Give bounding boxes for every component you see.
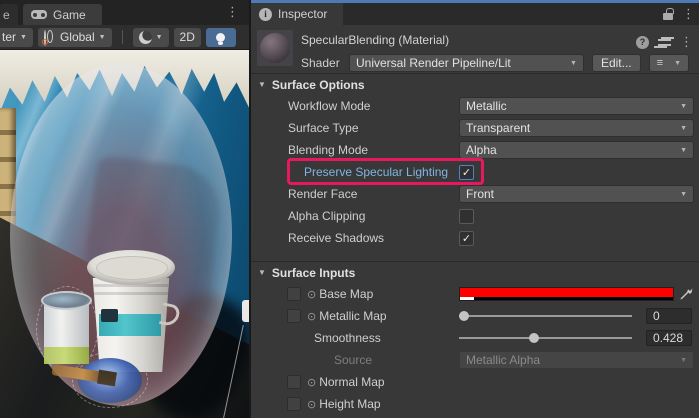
- base-map-color-swatch: [460, 288, 673, 297]
- gamepad-icon: [31, 10, 47, 19]
- row-height-map: ⊙ Height Map: [251, 393, 699, 415]
- list-icon: ≡: [657, 57, 663, 69]
- base-map-texture-slot[interactable]: [287, 287, 301, 301]
- presets-icon[interactable]: [658, 37, 671, 48]
- blending-mode-dropdown[interactable]: Alpha ▼: [459, 141, 694, 159]
- row-preserve-specular-lighting: Preserve Specular Lighting ✓: [251, 161, 699, 183]
- object-picker-icon[interactable]: ⊙: [307, 376, 316, 389]
- smoothness-slider[interactable]: [459, 331, 632, 345]
- lock-icon[interactable]: [663, 13, 673, 20]
- row-workflow-mode: Workflow Mode Metallic ▼: [251, 95, 699, 117]
- shading-sphere-icon: [139, 31, 152, 44]
- material-preview-thumbnail[interactable]: [257, 30, 293, 66]
- row-receive-shadows: Receive Shadows ✓: [251, 227, 699, 249]
- receive-shadows-checkbox[interactable]: ✓: [459, 231, 474, 246]
- chevron-down-icon: ▼: [99, 34, 106, 41]
- chevron-down-icon: ▼: [680, 147, 687, 154]
- tab-inspector-label: Inspector: [278, 7, 327, 21]
- object-picker-icon[interactable]: ⊙: [307, 288, 316, 301]
- tab-inspector[interactable]: i Inspector: [251, 3, 343, 25]
- smoothness-value-field[interactable]: 0.428: [646, 330, 692, 346]
- shader-dropdown[interactable]: Universal Render Pipeline/Lit ▼: [349, 54, 584, 72]
- material-menu-icon[interactable]: ⋮: [680, 34, 693, 50]
- row-blending-mode: Blending Mode Alpha ▼: [251, 139, 699, 161]
- row-metallic-map: ⊙ Metallic Map 0: [251, 305, 699, 327]
- tab-scene-partial-label: e: [3, 8, 10, 22]
- metallic-value-field[interactable]: 0: [646, 308, 692, 324]
- section-surface-options[interactable]: ▼ Surface Options: [251, 73, 699, 95]
- foldout-icon: ▼: [258, 80, 266, 89]
- scene-lighting-toggle[interactable]: [206, 28, 236, 47]
- pivot-ring-icon: [42, 39, 48, 45]
- game-panel: e Game ⋮ ter ▼ Global ▼: [0, 0, 249, 418]
- help-icon[interactable]: ?: [636, 36, 649, 49]
- chevron-down-icon: ▼: [20, 34, 27, 41]
- shader-edit-button[interactable]: Edit...: [592, 54, 641, 72]
- row-smoothness: Smoothness 0.428: [251, 327, 699, 349]
- row-normal-map: ⊙ Normal Map: [251, 371, 699, 393]
- row-render-face: Render Face Front ▼: [251, 183, 699, 205]
- preserve-specular-checkbox[interactable]: ✓: [459, 165, 474, 180]
- row-alpha-clipping: Alpha Clipping ✓: [251, 205, 699, 227]
- orientation-dropdown[interactable]: Global ▼: [38, 28, 112, 47]
- shading-mode-dropdown[interactable]: ▼: [133, 28, 169, 47]
- toggle-2d-label: 2D: [180, 30, 195, 44]
- pivot-mode-label: ter: [2, 30, 16, 44]
- chevron-down-icon: ▼: [680, 125, 687, 132]
- chevron-down-icon: ▼: [156, 34, 163, 41]
- row-smoothness-source: Source Metallic Alpha ▼: [251, 349, 699, 371]
- object-picker-icon[interactable]: ⊙: [307, 310, 316, 323]
- material-sphere-icon: [260, 33, 290, 63]
- shader-row: Shader Universal Render Pipeline/Lit ▼ E…: [301, 53, 695, 73]
- edge-bucket: [242, 300, 249, 322]
- surface-type-dropdown[interactable]: Transparent ▼: [459, 119, 694, 137]
- slider-thumb[interactable]: [459, 311, 469, 321]
- toggle-2d-button[interactable]: 2D: [174, 28, 201, 47]
- alpha-clipping-checkbox[interactable]: ✓: [459, 209, 474, 224]
- chevron-down-icon: ▼: [680, 103, 687, 110]
- height-map-texture-slot[interactable]: [287, 397, 301, 411]
- base-map-color-field[interactable]: [459, 287, 674, 301]
- chevron-down-icon: ▼: [680, 191, 687, 198]
- chevron-down-icon: ▼: [570, 60, 577, 67]
- shader-options-button[interactable]: ≡ ▼: [649, 54, 689, 72]
- eyedropper-icon[interactable]: [678, 287, 694, 301]
- render-face-dropdown[interactable]: Front ▼: [459, 185, 694, 203]
- metallic-map-texture-slot[interactable]: [287, 309, 301, 323]
- workflow-mode-dropdown[interactable]: Metallic ▼: [459, 97, 694, 115]
- game-panel-menu-icon[interactable]: ⋮: [226, 4, 239, 20]
- material-title: SpecularBlending (Material): [301, 33, 449, 47]
- chevron-down-icon: ▼: [680, 357, 687, 364]
- inspector-tab-bar: i Inspector ⋮: [251, 3, 699, 25]
- row-surface-type: Surface Type Transparent ▼: [251, 117, 699, 139]
- slider-thumb[interactable]: [529, 333, 539, 343]
- toolbar-separator: [122, 30, 123, 44]
- material-header: SpecularBlending (Material) ? ⋮ Shader U…: [251, 25, 699, 73]
- game-viewport[interactable]: [0, 50, 249, 418]
- info-icon: i: [259, 8, 272, 21]
- unity-editor: e Game ⋮ ter ▼ Global ▼: [0, 0, 699, 418]
- tab-game[interactable]: Game: [23, 4, 102, 25]
- alpha-bar-white: [460, 297, 474, 300]
- pivot-mode-dropdown[interactable]: ter ▼: [0, 28, 33, 47]
- scene-toolbar: ter ▼ Global ▼ ▼ 2D: [0, 25, 249, 50]
- tab-scene-partial[interactable]: e: [0, 4, 18, 25]
- inspector-menu-icon[interactable]: ⋮: [682, 6, 695, 22]
- foldout-icon: ▼: [258, 268, 266, 277]
- section-surface-inputs[interactable]: ▼ Surface Inputs: [251, 261, 699, 283]
- game-tab-bar: e Game ⋮: [0, 0, 249, 25]
- row-base-map: ⊙ Base Map: [251, 283, 699, 305]
- metallic-slider[interactable]: [459, 309, 632, 323]
- transparent-sphere-front: [10, 64, 232, 406]
- object-picker-icon[interactable]: ⊙: [307, 398, 316, 411]
- smoothness-source-dropdown: Metallic Alpha ▼: [459, 351, 694, 369]
- chevron-down-icon: ▼: [674, 60, 681, 67]
- alpha-bar-black: [474, 297, 673, 300]
- lightbulb-icon: [216, 33, 225, 42]
- tab-game-label: Game: [53, 8, 86, 22]
- shader-label: Shader: [301, 56, 341, 70]
- orientation-label: Global: [60, 30, 95, 44]
- normal-map-texture-slot[interactable]: [287, 375, 301, 389]
- inspector-panel: i Inspector ⋮ SpecularBlending (Material…: [249, 0, 699, 418]
